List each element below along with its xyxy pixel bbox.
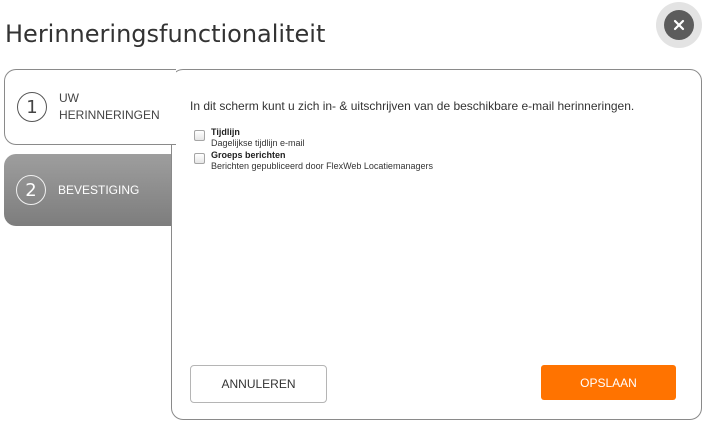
option-text: Groeps berichten Berichten gepubliceerd …	[211, 150, 433, 172]
step-label-reminders: UW HERINNERINGEN	[59, 90, 160, 124]
step-label-line1: BEVESTIGING	[58, 182, 140, 197]
step-number-1: 1	[17, 92, 47, 122]
step-tab-reminders[interactable]: 1 UW HERINNERINGEN	[4, 69, 176, 145]
reminder-dialog: Herinneringsfunctionaliteit 1 UW HERINNE…	[0, 0, 708, 426]
save-button[interactable]: OPSLAAN	[541, 365, 676, 400]
step-tab-confirmation[interactable]: 2 BEVESTIGING	[4, 154, 171, 226]
cancel-button[interactable]: ANNULEREN	[190, 365, 327, 403]
close-icon[interactable]	[664, 10, 694, 40]
option-description: Dagelijkse tijdlijn e-mail	[211, 138, 305, 148]
option-title: Groeps berichten	[211, 150, 286, 160]
checkbox-groeps-berichten[interactable]	[194, 153, 205, 164]
step-label-line1: UW	[59, 91, 79, 105]
option-description: Berichten gepubliceerd door FlexWeb Loca…	[211, 161, 433, 171]
intro-text: In dit scherm kunt u zich in- & uitschri…	[190, 99, 635, 113]
option-groeps-berichten: Groeps berichten Berichten gepubliceerd …	[194, 150, 433, 172]
step-label-line2: HERINNERINGEN	[59, 108, 160, 122]
close-button[interactable]	[656, 2, 702, 48]
step-label-confirmation: BEVESTIGING	[58, 182, 139, 199]
dialog-title: Herinneringsfunctionaliteit	[5, 20, 326, 48]
step-number-2: 2	[16, 175, 46, 205]
option-title: Tijdlijn	[211, 127, 240, 137]
option-text: Tijdlijn Dagelijkse tijdlijn e-mail	[211, 127, 305, 149]
option-tijdlijn: Tijdlijn Dagelijkse tijdlijn e-mail	[194, 127, 305, 149]
checkbox-tijdlijn[interactable]	[194, 130, 205, 141]
